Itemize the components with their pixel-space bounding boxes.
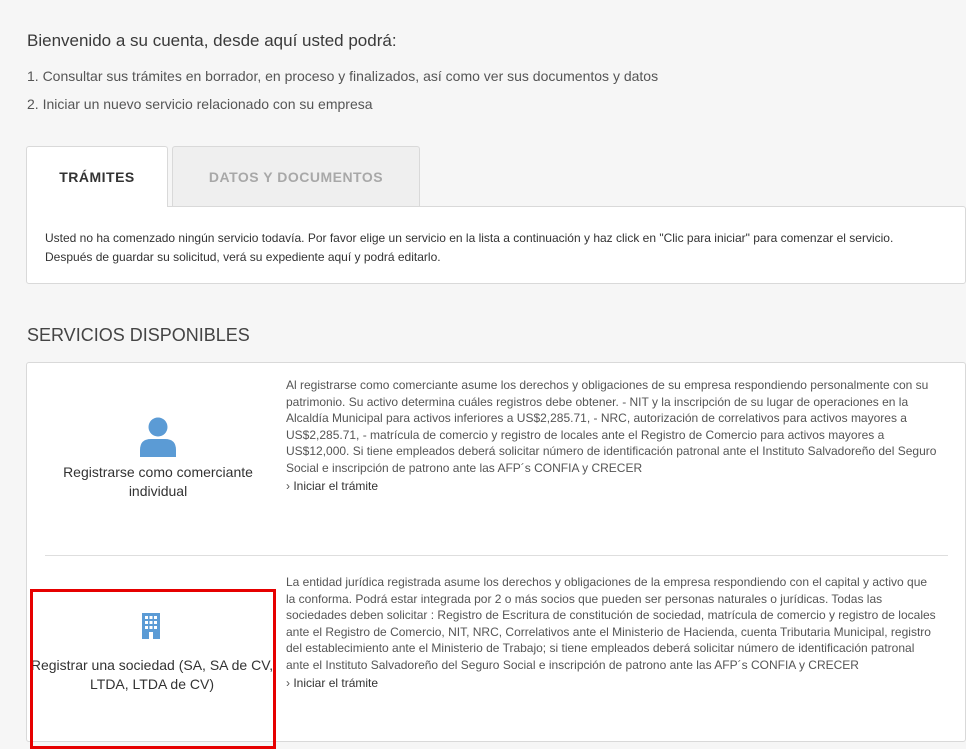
divider [45,555,948,556]
start-link-comerciante[interactable]: › Iniciar el trámite [286,478,938,495]
empty-message-line-1: Usted no ha comenzado ningún servicio to… [45,231,894,245]
intro-item-2: 2. Iniciar un nuevo servicio relacionado… [27,96,373,112]
start-link-label: Iniciar el trámite [293,478,379,493]
chevron-right-icon: › [286,478,290,493]
service-title-comerciante[interactable]: Registrarse como comerciante individual [33,463,283,501]
intro-item-1: 1. Consultar sus trámites en borrador, e… [27,68,659,84]
tab-panel-tramites: Usted no ha comenzado ningún servicio to… [26,206,966,284]
user-icon [139,417,177,457]
services-list: Registrarse como comerciante individual … [26,362,966,749]
empty-message-line-2: Después de guardar su solicitud, verá su… [45,250,441,264]
service-description-comerciante: Al registrarse como comerciante asume lo… [286,378,937,475]
chevron-right-icon: › [286,675,290,690]
tab-tramites[interactable]: TRÁMITES [26,146,168,207]
tab-datos-documentos[interactable]: DATOS Y DOCUMENTOS [172,146,420,206]
start-link-sociedad[interactable]: › Iniciar el trámite [286,675,938,692]
service-description-sociedad: La entidad jurídica registrada asume los… [286,575,936,672]
welcome-title: Bienvenido a su cuenta, desde aquí usted… [27,31,397,50]
selection-highlight [30,589,276,749]
services-section-title: SERVICIOS DISPONIBLES [27,325,250,345]
start-link-label: Iniciar el trámite [293,675,379,690]
